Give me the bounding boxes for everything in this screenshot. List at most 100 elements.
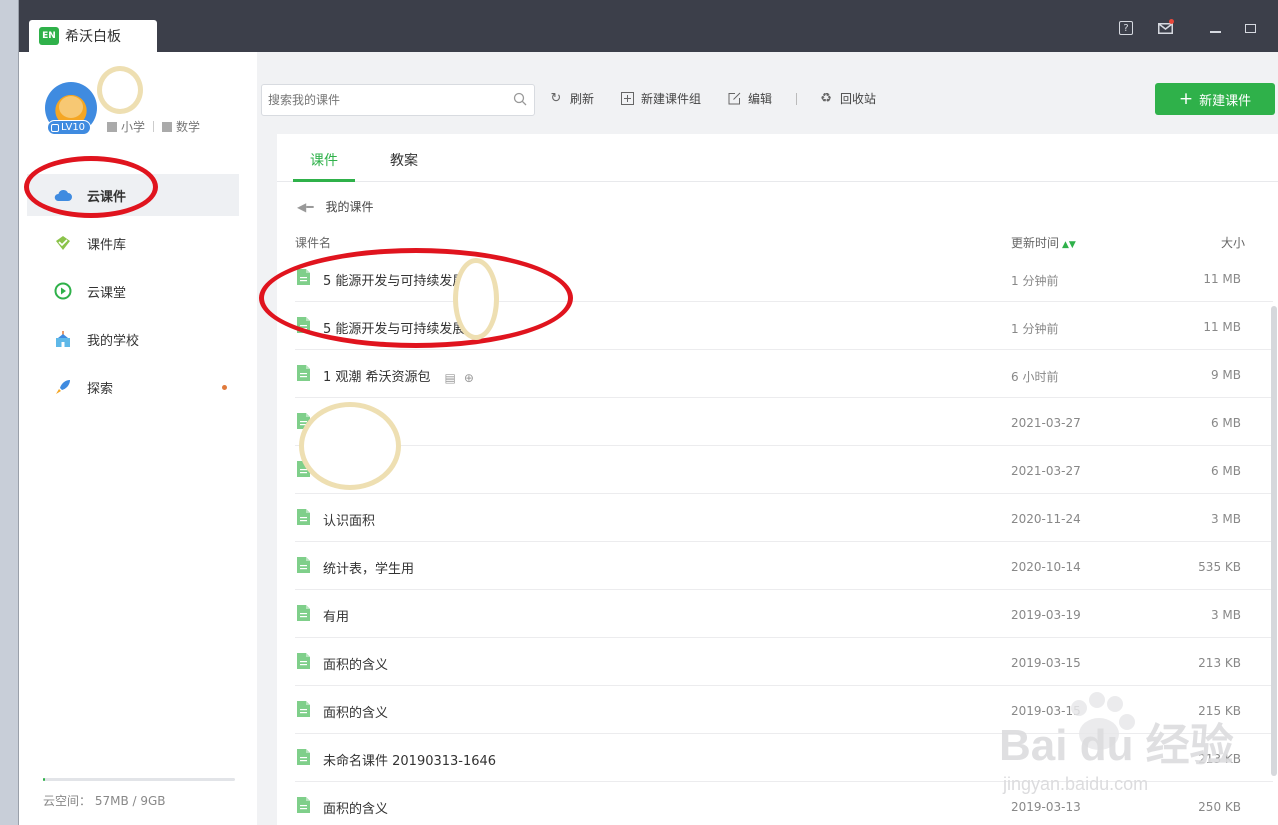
active-tab-indicator xyxy=(293,179,355,182)
app-tab[interactable]: EN 希沃白板 xyxy=(29,20,157,52)
file-size: 250 KB xyxy=(1198,800,1241,814)
library-icon xyxy=(53,234,73,252)
column-header-size: 大小 xyxy=(1221,236,1246,250)
table-row[interactable]: 5 能源开发与可持续发展胡 1 分钟前 11 MB xyxy=(295,302,1273,350)
file-name: 1 观潮 希沃资源包 ▤ ⊕ xyxy=(323,370,474,385)
file-icon xyxy=(297,365,310,381)
file-size: 535 KB xyxy=(1198,560,1241,574)
search-icon[interactable] xyxy=(513,92,527,106)
help-icon[interactable]: ? xyxy=(1119,21,1133,35)
file-icon xyxy=(297,461,310,477)
column-header-name: 课件名 xyxy=(295,236,332,250)
minimize-button[interactable] xyxy=(1205,18,1225,38)
app-logo-icon: EN xyxy=(39,27,59,45)
file-name: 面积的含义 xyxy=(323,706,389,721)
school-icon xyxy=(53,330,73,348)
table-row[interactable]: 5 能源开发与可持续发展胡 1 分钟前 11 MB xyxy=(295,254,1273,302)
file-icon xyxy=(297,605,310,621)
column-header-time[interactable]: 更新时间 ▲▼ xyxy=(1011,234,1076,251)
file-name: 统计表 xyxy=(327,466,367,481)
table-row[interactable]: 面积的含义 2019-03-15 215 KB xyxy=(295,686,1273,734)
file-icon xyxy=(297,509,310,525)
tab-lesson-plan[interactable]: 教案 xyxy=(390,150,418,170)
toolbar: ↻ 刷新 新建课件组 编辑 ♻ 回收站 xyxy=(549,90,902,107)
storage-progress xyxy=(43,778,235,781)
file-time: 2019-03-15 xyxy=(1011,656,1081,670)
search-input[interactable] xyxy=(261,84,535,116)
school-stage-icon xyxy=(107,121,117,132)
chevron-down-icon: ▼ xyxy=(119,98,127,108)
table-row[interactable]: 未命名课件 20190313-1646 213 KB xyxy=(295,734,1273,782)
file-size: 3 MB xyxy=(1210,512,1241,526)
table-row[interactable]: 面积的含义 2019-03-15 213 KB xyxy=(295,638,1273,686)
file-time: 1 分钟前 xyxy=(1011,274,1059,288)
app-name: 希沃白板 xyxy=(65,29,121,45)
file-size: 11 MB xyxy=(1203,272,1241,286)
sidebar-item-explore[interactable]: 探索 xyxy=(27,366,239,408)
resource-icon: ⊕ xyxy=(463,370,474,385)
file-icon xyxy=(297,413,310,429)
user-name[interactable]: 匀 ▼ xyxy=(101,90,126,110)
file-name: 5 能源开发与可持续发展胡 xyxy=(323,274,483,289)
file-name: 5 能源开发与可持续发展胡 xyxy=(323,322,483,337)
sidebar-item-my-school[interactable]: 我的学校 xyxy=(27,318,239,360)
table-row[interactable]: 认识面积 2020-11-24 3 MB xyxy=(295,494,1273,542)
table-row[interactable]: 统计表，学生用 2020-10-14 535 KB xyxy=(295,542,1273,590)
file-time: 1 分钟前 xyxy=(1011,322,1059,336)
refresh-button[interactable]: ↻ 刷新 xyxy=(549,90,594,107)
sidebar-item-cloud-courseware[interactable]: 云课件 xyxy=(27,174,239,216)
sidebar: LV10 匀 ▼ 小学 数学 云课件 课件库 云课堂 我的学校 探索 云空间： … xyxy=(19,52,257,825)
file-name: 统计表，学生用 xyxy=(323,562,415,577)
file-name: 面积的含义 xyxy=(323,802,389,817)
table-row[interactable]: 统计表 2021-03-27 6 MB xyxy=(295,398,1273,446)
file-size: 213 KB xyxy=(1198,752,1241,766)
file-time: 2019-03-19 xyxy=(1011,608,1081,622)
file-name: 面积的含义 xyxy=(323,658,389,673)
new-courseware-button[interactable]: + 新建课件 xyxy=(1155,83,1275,115)
file-time: 2020-11-24 xyxy=(1011,512,1081,526)
recycle-icon: ♻ xyxy=(820,91,832,106)
cloud-icon xyxy=(53,186,73,204)
sort-icon: ▲▼ xyxy=(1062,240,1076,250)
file-time: 2021-03-27 xyxy=(1011,416,1081,430)
file-time: 2021-03-27 xyxy=(1011,464,1081,478)
tab-courseware[interactable]: 课件 xyxy=(310,150,338,170)
recycle-bin-button[interactable]: ♻ 回收站 xyxy=(819,90,876,107)
file-time: 2019-03-13 xyxy=(1011,800,1081,814)
table-row[interactable]: 统计表 2021-03-27 6 MB xyxy=(295,446,1273,494)
file-size: 3 MB xyxy=(1210,608,1241,622)
scrollbar[interactable] xyxy=(1271,306,1277,776)
file-name: 认识面积 xyxy=(323,514,376,529)
add-folder-icon xyxy=(620,92,634,106)
app-window: EN 希沃白板 ? LV10 匀 ▼ 小学 数学 云课件 课件库 云课堂 我的学… xyxy=(18,0,1278,825)
table-row[interactable]: 有用 2019-03-19 3 MB xyxy=(295,590,1273,638)
sidebar-item-library[interactable]: 课件库 xyxy=(27,222,239,264)
file-size: 6 MB xyxy=(1210,416,1241,430)
storage-info: 云空间： 57MB / 9GB xyxy=(43,794,166,808)
file-badges: ▤ ⊕ xyxy=(445,371,474,385)
file-size: 11 MB xyxy=(1203,320,1241,334)
toolbar-divider xyxy=(796,92,798,105)
file-icon xyxy=(297,317,310,333)
user-tags: 小学 数学 xyxy=(107,118,200,135)
new-group-button[interactable]: 新建课件组 xyxy=(620,90,701,107)
edit-button[interactable]: 编辑 xyxy=(727,90,772,107)
file-name: 未命名课件 20190313-1646 xyxy=(323,754,497,769)
rocket-icon xyxy=(53,378,73,396)
file-time: 6 小时前 xyxy=(1011,370,1059,384)
back-arrow-icon[interactable]: ◀━ xyxy=(297,200,313,214)
main-area: ↻ 刷新 新建课件组 编辑 ♻ 回收站 + 新 xyxy=(257,52,1278,825)
maximize-button[interactable] xyxy=(1240,18,1260,38)
sidebar-item-label: 我的学校 xyxy=(87,333,140,349)
courseware-panel: 课件 教案 ◀━ 我的课件 课件名 更新时间 ▲▼ 大小 5 能源开发与可持续发展… xyxy=(277,134,1278,825)
file-name: 统计表 xyxy=(327,418,367,433)
table-row[interactable]: 1 观潮 希沃资源包 ▤ ⊕ 6 小时前 9 MB xyxy=(295,350,1273,398)
table-row[interactable]: 面积的含义 2019-03-13 250 KB xyxy=(295,782,1273,825)
sidebar-item-cloud-class[interactable]: 云课堂 xyxy=(27,270,239,312)
refresh-icon: ↻ xyxy=(550,91,562,106)
user-stage: 小学 xyxy=(121,120,146,134)
mail-icon[interactable] xyxy=(1155,18,1175,38)
notification-dot xyxy=(1169,19,1174,24)
file-name: 有用 xyxy=(323,610,350,625)
level-badge: LV10 xyxy=(47,120,92,135)
